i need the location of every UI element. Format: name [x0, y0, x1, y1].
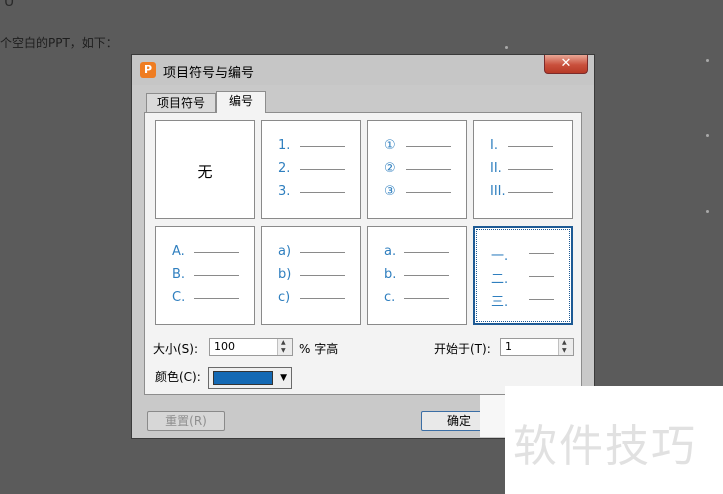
size-value: 100 [214, 340, 235, 353]
color-picker[interactable]: ▼ [208, 367, 292, 389]
numbering-style-upper-alpha[interactable]: A. B. C. [155, 226, 255, 325]
list-item: B. [172, 267, 252, 283]
list-item: a) [278, 244, 358, 260]
dialog-titlebar[interactable]: P 项目符号与编号 ✕ [132, 55, 594, 85]
start-at-stepper-arrows[interactable]: ▲ ▼ [558, 339, 573, 355]
close-button[interactable]: ✕ [544, 55, 588, 74]
color-label: 颜色(C): [155, 370, 201, 384]
list-item: II. [490, 161, 570, 177]
color-swatch [213, 371, 273, 385]
list-item: b. [384, 267, 464, 283]
numbering-style-arabic[interactable]: 1. 2. 3. [261, 120, 361, 219]
numbering-style-lower-alpha-paren[interactable]: a) b) c) [261, 226, 361, 325]
numbering-style-chinese[interactable]: 一. 二. 三. [473, 226, 573, 325]
list-item: ② [384, 161, 464, 177]
size-stepper[interactable]: 100 ▲ ▼ [209, 338, 293, 356]
tab-bullets[interactable]: 项目符号 [146, 93, 216, 112]
start-at-stepper[interactable]: 1 ▲ ▼ [500, 338, 574, 356]
list-item: c) [278, 290, 358, 306]
list-item: A. [172, 244, 252, 260]
chevron-down-icon[interactable]: ▼ [280, 373, 287, 383]
list-item: 1. [278, 138, 358, 154]
list-item: 一. [491, 245, 571, 264]
background-dot [706, 134, 709, 137]
list-item: I. [490, 138, 570, 154]
dialog-title: 项目符号与编号 [163, 66, 255, 81]
watermark-text: 软件技巧 [513, 421, 697, 472]
list-item: 2. [278, 161, 358, 177]
background-dot [505, 46, 508, 49]
list-item: C. [172, 290, 252, 306]
list-item: c. [384, 290, 464, 306]
list-item: III. [490, 184, 570, 200]
list-item: ③ [384, 184, 464, 200]
numbering-style-none[interactable]: 无 [155, 120, 255, 219]
start-at-label: 开始于(T): [434, 342, 491, 356]
numbering-style-circled[interactable]: ① ② ③ [367, 120, 467, 219]
start-at-value: 1 [505, 340, 512, 353]
list-item: ① [384, 138, 464, 154]
numbering-style-roman[interactable]: I. II. III. [473, 120, 573, 219]
list-item: a. [384, 244, 464, 260]
size-unit: % 字高 [299, 342, 339, 356]
list-item: 3. [278, 184, 358, 200]
numbering-panel: 无 1. 2. 3. ① ② ③ I. II. III. A. B. C. a)… [144, 112, 582, 395]
none-label: 无 [197, 163, 213, 181]
list-item: 二. [491, 268, 571, 287]
background-dot [706, 59, 709, 62]
wps-presentation-icon: P [140, 62, 156, 78]
list-item: 三. [491, 291, 571, 310]
bullets-numbering-dialog: P 项目符号与编号 ✕ 项目符号 编号 无 1. 2. 3. ① ② ③ I. … [131, 54, 595, 439]
reset-button[interactable]: 重置(R) [147, 411, 225, 431]
article-text: 个空白的PPT，如下： [0, 36, 118, 50]
tab-numbering[interactable]: 编号 [216, 91, 266, 113]
background-dot [706, 210, 709, 213]
watermark-edge [480, 395, 507, 437]
list-item: b) [278, 267, 358, 283]
size-label: 大小(S): [153, 342, 199, 356]
size-stepper-arrows[interactable]: ▲ ▼ [277, 339, 292, 355]
background-glyph: U [4, 0, 15, 10]
numbering-style-lower-alpha[interactable]: a. b. c. [367, 226, 467, 325]
